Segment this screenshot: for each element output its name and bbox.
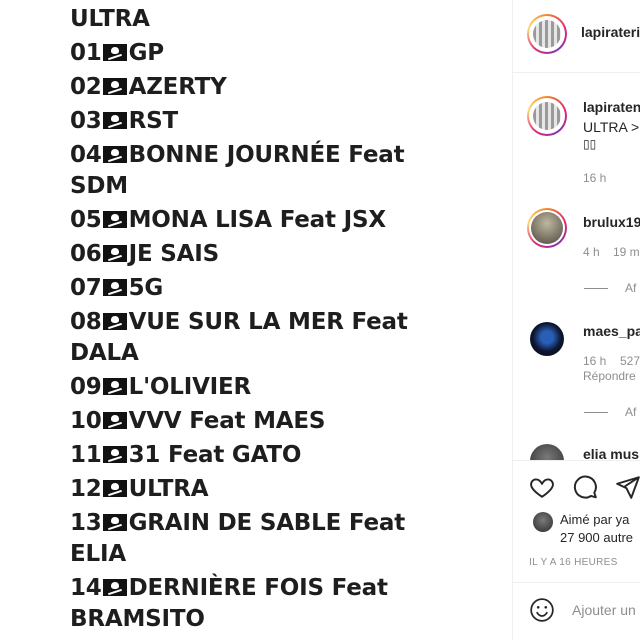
header-divider [513, 72, 640, 73]
pirate-flag-icon [102, 146, 127, 163]
pirate-flag-icon [102, 446, 127, 463]
pirate-flag-icon [102, 480, 127, 497]
track-line-continuation: BRAMSITO [70, 606, 205, 632]
track-line: 10 VVV Feat MAES [70, 408, 326, 434]
reply-button[interactable]: Répondre [583, 369, 636, 383]
track-line-continuation: DALA [70, 340, 139, 366]
comment-item: elia mus [513, 440, 640, 460]
commenter-avatar[interactable] [530, 444, 564, 460]
pirate-flag-icon [102, 514, 127, 531]
view-replies-line [584, 288, 608, 289]
post-image: ULTRA 01 GP 02 AZERTY 03 RST 04 BONNE JOURNÉ… [0, 0, 512, 640]
caption-avatar[interactable] [527, 96, 567, 136]
view-replies-button[interactable]: Af [625, 405, 636, 419]
track-line-continuation: SDM [70, 173, 128, 199]
comment-time: 16 h [583, 354, 607, 368]
caption-time: 16 h [583, 171, 607, 185]
commenter-avatar[interactable] [527, 208, 567, 248]
comment-icon[interactable] [571, 474, 599, 500]
track-line: 06 JE SAIS [70, 241, 219, 267]
caption-username[interactable]: lapiraten [583, 99, 640, 115]
liker-avatar[interactable] [533, 512, 553, 532]
tracklist-title: ULTRA [70, 6, 150, 32]
author-username[interactable]: lapirateri [581, 24, 640, 40]
pirate-flag-icon [102, 112, 127, 129]
pirate-flag-icon [102, 412, 127, 429]
comment-input[interactable]: Ajouter un [572, 602, 636, 618]
view-replies-line [584, 412, 608, 413]
comment-time: 4 h [583, 245, 600, 259]
pirate-flag-icon [102, 279, 127, 296]
pirate-flag-icon [102, 44, 127, 61]
pirate-flag-icon [102, 245, 127, 262]
view-replies-button[interactable]: Af [625, 281, 636, 295]
track-line: 05 MONA LISA Feat JSX [70, 207, 386, 233]
author-avatar[interactable] [527, 14, 567, 54]
track-line: 09 L'OLIVIER [70, 374, 252, 400]
comment-username[interactable]: maes_pa [583, 323, 640, 339]
caption-text: ULTRA > [583, 119, 640, 135]
side-panel: lapirateri lapiraten ULTRA > ▯▯ 16 h bru… [513, 0, 640, 640]
emoji-icon[interactable] [529, 597, 555, 623]
comment-likes[interactable]: 19 m [613, 245, 640, 259]
track-line: 14 DERNIÈRE FOIS Feat [70, 575, 388, 601]
comment-likes[interactable]: 527 [620, 354, 640, 368]
heart-icon[interactable] [528, 474, 556, 500]
track-line: 07 5G [70, 275, 164, 301]
pirate-flag-icon [102, 211, 127, 228]
track-line: 04 BONNE JOURNÉE Feat [70, 142, 405, 168]
track-line: 12 ULTRA [70, 476, 209, 502]
comment-username[interactable]: brulux19 [583, 214, 640, 230]
comment-box-divider [513, 582, 640, 583]
track-line: 08 VUE SUR LA MER Feat [70, 309, 408, 335]
track-line: 02 AZERTY [70, 74, 227, 100]
post-timestamp[interactable]: IL Y A 16 HEURES [529, 557, 618, 568]
pirate-flag-icon [102, 78, 127, 95]
likes-count[interactable]: 27 900 autre [560, 530, 633, 545]
caption-emoji: ▯▯ [583, 137, 597, 151]
track-line-continuation: ELIA [70, 541, 126, 567]
track-line: 13 GRAIN DE SABLE Feat [70, 510, 405, 536]
liked-by-text[interactable]: Aimé par ya [560, 512, 629, 527]
actions-divider [513, 460, 640, 461]
track-line: 03 RST [70, 108, 178, 134]
pirate-flag-icon [102, 313, 127, 330]
commenter-avatar[interactable] [530, 322, 564, 356]
pirate-flag-icon [102, 378, 127, 395]
track-line: 01 GP [70, 40, 164, 66]
comment-username[interactable]: elia mus [583, 446, 639, 460]
share-icon[interactable] [614, 474, 640, 500]
pirate-flag-icon [102, 579, 127, 596]
track-line: 11 31 Feat GATO [70, 442, 302, 468]
